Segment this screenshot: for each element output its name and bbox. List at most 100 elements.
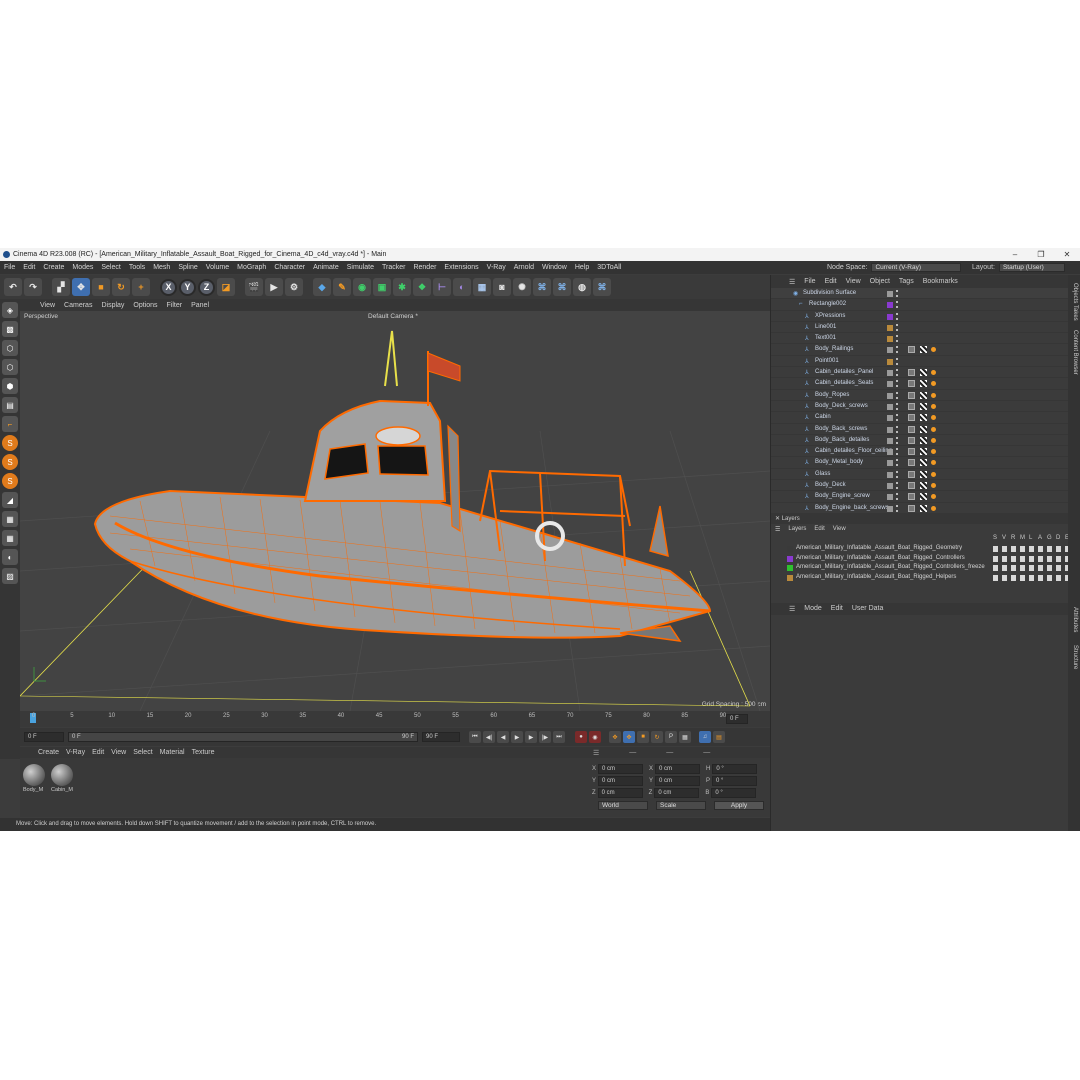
side-tab-objects[interactable]: Objects <box>1072 283 1078 303</box>
attr-menu-edit[interactable]: Edit <box>831 605 843 612</box>
menu-help[interactable]: Help <box>575 264 589 271</box>
autokey-icon[interactable]: ◉ <box>589 731 601 743</box>
material-menu-select[interactable]: Select <box>133 749 152 756</box>
viewport-menu-filter[interactable]: Filter <box>167 302 183 309</box>
snap-icon[interactable]: S <box>2 435 18 451</box>
close-layers-icon[interactable]: ✕ <box>775 516 782 522</box>
layers-menu-edit[interactable]: Edit <box>814 526 824 532</box>
material-menu-texture[interactable]: Texture <box>192 749 215 756</box>
object-layer-color[interactable] <box>887 403 893 410</box>
render-settings-icon[interactable]: ⚙ <box>285 278 303 296</box>
key-rotation-icon[interactable]: ■ <box>637 731 649 743</box>
key-position-icon[interactable]: ✥ <box>609 731 621 743</box>
material-cabin[interactable]: Cabin_M <box>51 764 75 794</box>
phong-tag-icon[interactable] <box>908 346 915 354</box>
phong-tag-icon[interactable] <box>908 493 915 501</box>
coord-value-field[interactable]: 0 ° <box>712 764 758 774</box>
side-tab-attributes[interactable]: Attributes <box>1072 607 1078 632</box>
object-layer-color[interactable] <box>887 449 893 456</box>
material-tag-icon[interactable] <box>920 493 927 501</box>
object-row[interactable]: ⅄ Cabin_detailes_Panel <box>771 367 1068 379</box>
layer-switches[interactable] <box>993 546 1069 552</box>
visibility-dots[interactable] <box>896 493 898 501</box>
scale-dropdown[interactable]: Scale <box>656 801 706 810</box>
layer-row[interactable]: American_Military_Inflatable_Assault_Boa… <box>771 563 1069 573</box>
camera-icon[interactable]: ◙ <box>493 278 511 296</box>
layer-color[interactable] <box>787 545 793 552</box>
coord-value-field[interactable]: 0 cm <box>598 776 644 786</box>
menu-select[interactable]: Select <box>101 264 120 271</box>
globe-icon[interactable]: ◍ <box>573 278 591 296</box>
object-row[interactable]: ⅄ Body_Deck <box>771 480 1068 492</box>
phong-tag-icon[interactable] <box>908 369 915 377</box>
phong-tag-icon[interactable] <box>908 482 915 490</box>
om-menu-object[interactable]: Object <box>870 278 890 285</box>
visibility-dots[interactable] <box>896 357 898 365</box>
selection-tag-icon[interactable] <box>931 437 936 443</box>
next-frame-icon[interactable]: ▶ <box>525 731 537 743</box>
material-tag-icon[interactable] <box>920 380 927 388</box>
menu-render[interactable]: Render <box>413 264 436 271</box>
object-layer-color[interactable] <box>887 392 893 399</box>
material-tag-icon[interactable] <box>920 391 927 399</box>
attr-menu-user-data[interactable]: User Data <box>852 605 884 612</box>
polygons-mode-icon[interactable]: ⬢ <box>2 378 18 394</box>
material-tag-icon[interactable] <box>920 470 927 478</box>
coord-value-field[interactable]: 0 cm <box>655 776 701 786</box>
layer-switches[interactable] <box>993 575 1069 582</box>
next-key-icon[interactable]: |▶ <box>539 731 551 743</box>
layers-menu-view[interactable]: View <box>833 526 846 532</box>
selection-tag-icon[interactable] <box>931 370 936 376</box>
selection-tag-icon[interactable] <box>931 415 936 421</box>
viewport-menu-display[interactable]: Display <box>101 302 124 309</box>
layer-switches[interactable] <box>993 565 1069 572</box>
phong-tag-icon[interactable] <box>908 380 915 388</box>
menu-file[interactable]: File <box>4 264 15 271</box>
minimize-button[interactable]: – <box>1002 248 1028 261</box>
visibility-dots[interactable] <box>896 482 898 490</box>
menu-character[interactable]: Character <box>274 264 305 271</box>
object-row[interactable]: ⅄ Glass <box>771 469 1068 481</box>
python3-icon[interactable]: ⌘ <box>593 278 611 296</box>
object-row[interactable]: ⅄ XPressions <box>771 311 1068 322</box>
visibility-dots[interactable] <box>896 425 898 433</box>
undo-icon[interactable]: ↶ <box>4 278 22 296</box>
apply-button[interactable]: Apply <box>714 801 764 810</box>
mograph-icon[interactable]: ✱ <box>393 278 411 296</box>
layers-menu-icon[interactable]: ☰ <box>775 526 780 533</box>
visibility-dots[interactable] <box>896 312 898 320</box>
material-menu-edit[interactable]: Edit <box>92 749 104 756</box>
subdivision-icon[interactable]: ◉ <box>353 278 371 296</box>
object-row[interactable]: ⅄ Cabin_detailes_Floor_ceiling <box>771 446 1068 458</box>
close-button[interactable]: ✕ <box>1054 248 1080 261</box>
soft-selection-icon[interactable]: ▨ <box>2 568 18 584</box>
material-body[interactable]: Body_M <box>23 764 47 794</box>
visibility-dots[interactable] <box>896 335 898 343</box>
object-layer-color[interactable] <box>887 347 893 354</box>
python2-icon[interactable]: ⌘ <box>553 278 571 296</box>
layer-switches[interactable] <box>993 555 1069 562</box>
layout-dropdown[interactable]: Startup (User) <box>998 263 1065 272</box>
create-icon[interactable]: + <box>132 278 150 296</box>
om-menu-file[interactable]: File <box>804 278 815 285</box>
menu-modes[interactable]: Modes <box>72 264 93 271</box>
light-icon[interactable]: ✺ <box>513 278 531 296</box>
coord-menu-icon[interactable]: ☰ <box>593 749 599 757</box>
edges-mode-icon[interactable]: ⬡ <box>2 359 18 375</box>
menu-window[interactable]: Window <box>542 264 567 271</box>
menu-create[interactable]: Create <box>43 264 64 271</box>
layer-color[interactable] <box>787 555 793 562</box>
node-space-dropdown[interactable]: Current (V-Ray) <box>871 263 962 272</box>
key-scale-icon[interactable]: ✥ <box>623 731 635 743</box>
phong-tag-icon[interactable] <box>908 470 915 478</box>
render-picture-icon[interactable]: ▶ <box>265 278 283 296</box>
phong-tag-icon[interactable] <box>908 448 915 456</box>
object-layer-color[interactable] <box>887 505 893 512</box>
attr-menu-mode[interactable]: Mode <box>804 605 822 612</box>
workplane-icon[interactable]: ◢ <box>2 492 18 508</box>
y-axis-icon[interactable]: Y <box>179 278 196 296</box>
selection-tag-icon[interactable] <box>931 449 936 455</box>
material-tag-icon[interactable] <box>920 459 927 467</box>
viewport-menu-cameras[interactable]: Cameras <box>64 302 92 309</box>
visibility-dots[interactable] <box>896 436 898 444</box>
